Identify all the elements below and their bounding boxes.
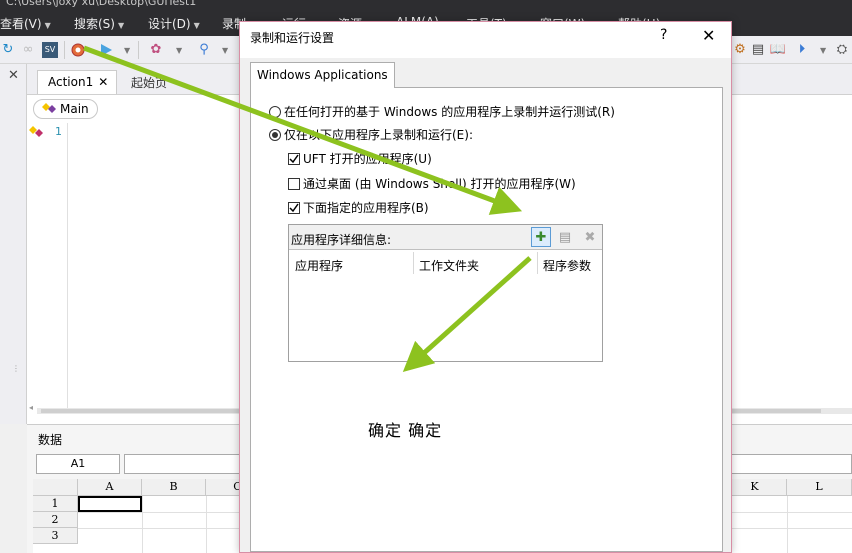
row-header-2[interactable]: 2 bbox=[33, 512, 78, 528]
radio-any-label: 在任何打开的基于 Windows 的应用程序上录制并运行测试(R) bbox=[284, 105, 615, 119]
delete-icon: ✖ bbox=[584, 229, 596, 245]
gutter-divider bbox=[67, 123, 68, 413]
step-icon[interactable]: ⏵ bbox=[794, 42, 810, 58]
tab-start-page-label: 起始页 bbox=[131, 76, 168, 90]
column-working-folder[interactable]: 工作文件夹 bbox=[419, 257, 479, 274]
radio-record-any-app[interactable]: 在任何打开的基于 Windows 的应用程序上录制并运行测试(R) bbox=[269, 103, 615, 120]
checkbox-desktop-box[interactable] bbox=[288, 177, 300, 190]
checkbox-desktop-label: 通过桌面 (由 Windows Shell) 打开的应用程序(W) bbox=[303, 177, 576, 191]
data-pane-title: 数据 bbox=[38, 433, 63, 447]
radio-only-label: 仅在以下应用程序上录制和运行(E): bbox=[284, 128, 473, 142]
checkbox-listed-label: 下面指定的应用程序(B) bbox=[303, 201, 429, 215]
checkbox-uft-label: UFT 打开的应用程序(U) bbox=[303, 152, 432, 166]
column-program-args[interactable]: 程序参数 bbox=[543, 257, 591, 274]
grid-corner bbox=[33, 479, 78, 496]
line-number: 1 bbox=[55, 125, 62, 138]
left-panel-strip: ✕ ⋮ bbox=[0, 64, 27, 424]
menu-search[interactable]: 搜索(S) ▼ bbox=[74, 15, 124, 32]
link-icon[interactable]: ∞ bbox=[20, 42, 36, 58]
column-application[interactable]: 应用程序 bbox=[295, 257, 343, 274]
run-icon[interactable] bbox=[98, 42, 114, 58]
column-separator bbox=[537, 252, 538, 274]
book-icon[interactable]: 📖 bbox=[770, 42, 786, 58]
spy-icon[interactable]: ⛭ bbox=[834, 42, 850, 58]
checkbox-uft-box[interactable] bbox=[288, 152, 300, 165]
menu-view[interactable]: 查看(V) ▼ bbox=[0, 15, 51, 32]
row-header-3[interactable]: 3 bbox=[33, 528, 78, 544]
checkbox-uft-apps[interactable]: UFT 打开的应用程序(U) bbox=[288, 150, 432, 167]
action-icon bbox=[42, 103, 56, 113]
window-title: C:\Users\joxy xu\Desktop\GUITest1 bbox=[6, 0, 197, 8]
grid-line bbox=[787, 496, 788, 553]
action-marker-icon bbox=[29, 126, 43, 137]
tab-start-page[interactable]: 起始页 bbox=[121, 70, 177, 94]
row-header-1[interactable]: 1 bbox=[33, 496, 78, 512]
checkbox-listed-box[interactable] bbox=[288, 201, 300, 214]
column-separator bbox=[413, 252, 414, 274]
dialog-title: 录制和运行设置 bbox=[250, 31, 335, 45]
radio-only-button[interactable] bbox=[269, 128, 281, 141]
refresh-icon[interactable]: ↻ bbox=[0, 42, 16, 58]
object-dropdown-icon[interactable]: ▼ bbox=[176, 46, 182, 55]
splitter-grip-icon[interactable]: ⋮ bbox=[12, 364, 20, 373]
sv-icon[interactable]: SV bbox=[42, 42, 58, 58]
run-dropdown-icon[interactable]: ▼ bbox=[124, 46, 130, 55]
main-label: Main bbox=[60, 102, 89, 116]
add-icon: ✚ bbox=[535, 229, 547, 245]
column-header-b[interactable]: B bbox=[142, 479, 206, 496]
window-title-bar: C:\Users\joxy xu\Desktop\GUITest1 bbox=[0, 0, 852, 10]
dialog-body: Windows Applications 在任何打开的基于 Windows 的应… bbox=[240, 58, 731, 552]
settings-icon[interactable]: ⚙ bbox=[732, 42, 748, 58]
edit-application-button[interactable]: ▤ bbox=[555, 227, 575, 247]
grid-line bbox=[142, 496, 143, 553]
close-tab-icon[interactable]: ✕ bbox=[98, 75, 108, 89]
radio-any-button[interactable] bbox=[269, 105, 281, 118]
tab-action1-label: Action1 bbox=[48, 75, 94, 89]
close-icon[interactable]: ✕ bbox=[8, 68, 19, 83]
checkbox-listed-apps[interactable]: 下面指定的应用程序(B) bbox=[288, 199, 429, 216]
windows-applications-page: 在任何打开的基于 Windows 的应用程序上录制并运行测试(R) 仅在以下应用… bbox=[250, 87, 723, 552]
grid-line bbox=[206, 496, 207, 553]
toolbar-separator bbox=[138, 41, 139, 59]
tab-action1[interactable]: Action1 ✕ bbox=[37, 70, 117, 94]
record-icon[interactable] bbox=[70, 42, 86, 58]
object-spy-icon[interactable]: ✿ bbox=[148, 42, 164, 58]
scroll-left-icon[interactable]: ◂ bbox=[29, 403, 33, 412]
help-button[interactable]: ? bbox=[660, 27, 667, 43]
delete-application-button[interactable]: ✖ bbox=[580, 227, 600, 247]
radio-record-only-listed[interactable]: 仅在以下应用程序上录制和运行(E): bbox=[269, 126, 473, 143]
application-details-box: 应用程序详细信息: ✚ ▤ ✖ 应用程序 工作文件夹 程序参数 bbox=[288, 224, 603, 362]
checkpoint-icon[interactable]: ⚲ bbox=[196, 42, 212, 58]
column-header-a[interactable]: A bbox=[78, 479, 142, 496]
application-details-title: 应用程序详细信息: bbox=[291, 233, 392, 247]
step-dropdown-icon[interactable]: ▼ bbox=[820, 46, 826, 55]
column-header-l[interactable]: L bbox=[787, 479, 852, 496]
edit-icon: ▤ bbox=[558, 229, 572, 245]
tab-windows-applications[interactable]: Windows Applications bbox=[250, 62, 395, 88]
main-scope-selector[interactable]: Main bbox=[33, 99, 98, 119]
column-header-k[interactable]: K bbox=[723, 479, 787, 496]
cell-reference-box[interactable]: A1 bbox=[36, 454, 120, 474]
annotation-text: 确定 确定 bbox=[368, 421, 443, 440]
application-details-header: 应用程序详细信息: ✚ ▤ ✖ bbox=[289, 225, 602, 250]
active-cell-a1[interactable] bbox=[78, 496, 142, 512]
properties-icon[interactable]: ▤ bbox=[750, 42, 766, 58]
checkpoint-dropdown-icon[interactable]: ▼ bbox=[222, 46, 228, 55]
checkbox-desktop-apps[interactable]: 通过桌面 (由 Windows Shell) 打开的应用程序(W) bbox=[288, 175, 576, 192]
close-button[interactable]: ✕ bbox=[702, 26, 715, 45]
add-application-button[interactable]: ✚ bbox=[531, 227, 551, 247]
toolbar-separator bbox=[64, 41, 65, 59]
menu-design[interactable]: 设计(D) ▼ bbox=[148, 15, 200, 32]
record-run-settings-dialog: 录制和运行设置 ? ✕ Windows Applications 在任何打开的基… bbox=[239, 21, 732, 553]
